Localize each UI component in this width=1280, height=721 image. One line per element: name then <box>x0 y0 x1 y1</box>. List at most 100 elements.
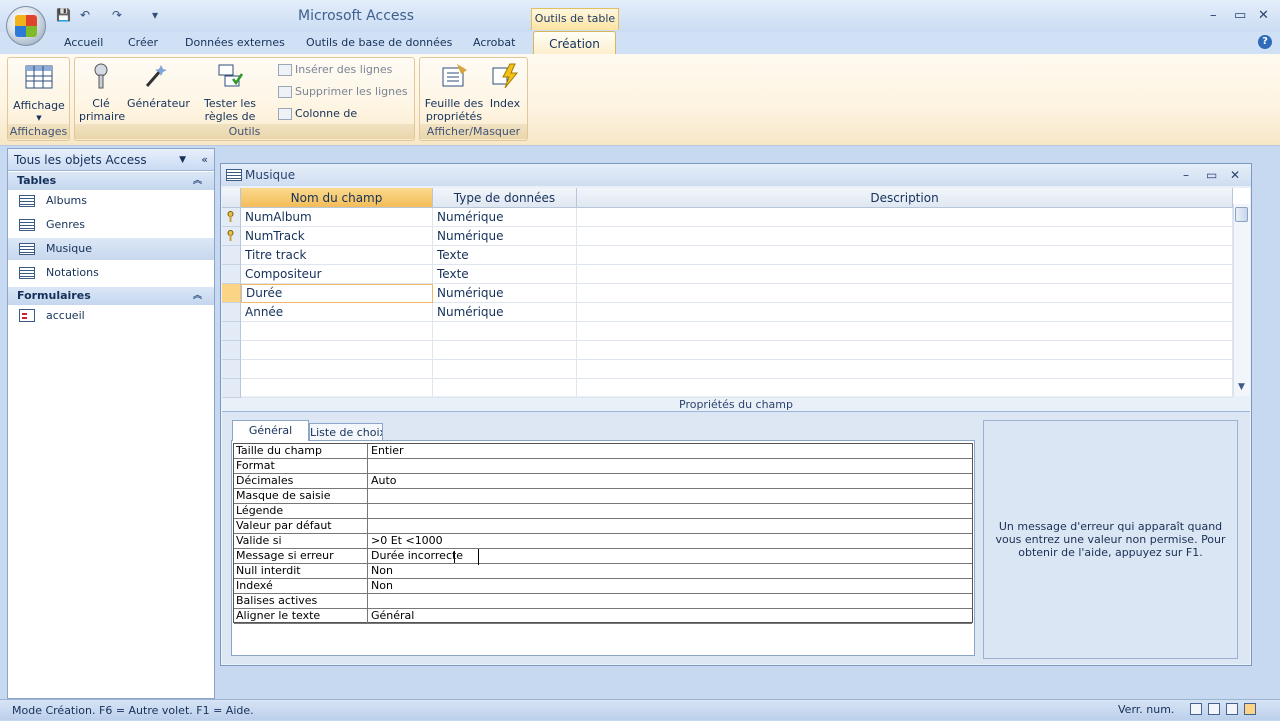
col-header-description[interactable]: Description <box>577 188 1233 208</box>
nav-section-tables[interactable]: Tables ︽ <box>8 172 214 190</box>
row-selector[interactable] <box>222 265 241 284</box>
data-type-cell[interactable] <box>433 341 577 360</box>
nav-item-albums[interactable]: Albums <box>8 190 214 212</box>
description-cell[interactable] <box>577 265 1233 284</box>
nav-header[interactable]: Tous les objets Access ▼ « <box>8 149 214 171</box>
property-row[interactable]: Légende <box>234 504 972 519</box>
row-selector[interactable] <box>222 227 241 246</box>
inserer-lignes-button[interactable]: Insérer des lignes <box>278 61 392 79</box>
affichage-button[interactable]: Affichage ▼ <box>11 64 67 125</box>
property-row[interactable]: Valeur par défaut <box>234 519 972 534</box>
data-type-cell[interactable] <box>433 322 577 341</box>
scrollbar-thumb[interactable] <box>1235 207 1248 222</box>
property-value[interactable]: Général <box>367 609 972 623</box>
description-cell[interactable] <box>577 208 1233 227</box>
minimize-icon[interactable]: – <box>1210 8 1217 23</box>
design-view-icon[interactable] <box>1244 703 1256 715</box>
property-row[interactable]: Masque de saisie <box>234 489 972 504</box>
nav-item-musique[interactable]: Musique <box>8 238 214 260</box>
nav-item-accueil[interactable]: accueil <box>8 305 214 327</box>
description-cell[interactable] <box>577 341 1233 360</box>
doc-close-icon[interactable]: ✕ <box>1230 164 1240 186</box>
pivot-table-icon[interactable] <box>1208 703 1220 715</box>
feuille-proprietes-button[interactable]: Feuille des propriétés <box>423 62 485 123</box>
description-cell[interactable] <box>577 360 1233 379</box>
col-header-nom-champ[interactable]: Nom du champ <box>241 188 433 208</box>
customize-qat-icon[interactable]: ▾ <box>152 8 158 24</box>
tab-donnees-externes[interactable]: Données externes <box>185 34 285 54</box>
help-icon[interactable]: ? <box>1258 35 1272 49</box>
nav-dropdown-icon[interactable]: ▼ <box>179 149 186 171</box>
field-name-cell[interactable]: NumAlbum <box>241 208 433 227</box>
row-selector[interactable] <box>222 341 241 360</box>
description-cell[interactable] <box>577 322 1233 341</box>
col-header-type-donnees[interactable]: Type de données <box>433 188 577 208</box>
row-selector[interactable] <box>222 208 241 227</box>
field-name-cell[interactable] <box>241 379 433 398</box>
property-row[interactable]: Valide si >0 Et <1000 <box>234 534 972 549</box>
field-name-cell[interactable] <box>241 341 433 360</box>
row-selector[interactable] <box>222 246 241 265</box>
undo-icon[interactable]: ↶ <box>80 8 90 24</box>
save-icon[interactable]: 💾 <box>56 8 71 24</box>
nav-item-genres[interactable]: Genres <box>8 214 214 236</box>
supprimer-lignes-button[interactable]: Supprimer les lignes <box>278 83 408 101</box>
row-selector[interactable] <box>222 303 241 322</box>
property-row[interactable]: Aligner le texte Général <box>234 609 972 624</box>
nav-collapse-icon[interactable]: « <box>201 149 208 171</box>
datasheet-view-icon[interactable] <box>1190 703 1202 715</box>
restore-icon[interactable]: ▭ <box>1234 8 1246 23</box>
redo-icon[interactable]: ↷ <box>112 8 122 24</box>
index-button[interactable]: Index <box>486 62 524 110</box>
data-type-cell[interactable]: Texte <box>433 265 577 284</box>
property-value[interactable] <box>367 594 972 608</box>
property-row[interactable]: Null interdit Non <box>234 564 972 579</box>
tab-outils-bd[interactable]: Outils de base de données <box>306 34 452 54</box>
office-button[interactable] <box>6 6 46 46</box>
row-selector[interactable] <box>222 360 241 379</box>
property-value[interactable] <box>367 489 972 503</box>
row-selector[interactable] <box>222 379 241 398</box>
property-value[interactable]: Non <box>367 579 972 593</box>
property-value[interactable]: Auto <box>367 474 972 488</box>
property-value[interactable]: Durée incorrecte <box>367 549 972 563</box>
property-value[interactable] <box>367 519 972 533</box>
property-row[interactable]: Indexé Non <box>234 579 972 594</box>
field-name-cell[interactable]: Année <box>241 303 433 322</box>
field-name-cell[interactable]: NumTrack <box>241 227 433 246</box>
tab-creer[interactable]: Créer <box>128 34 158 54</box>
property-row[interactable]: Balises actives <box>234 594 972 609</box>
scroll-down-icon[interactable]: ▼ <box>1234 382 1249 394</box>
close-icon[interactable]: ✕ <box>1258 8 1269 23</box>
property-value[interactable]: Non <box>367 564 972 578</box>
select-all-cell[interactable] <box>222 188 241 208</box>
tab-general[interactable]: Général <box>232 420 309 441</box>
property-row[interactable]: Décimales Auto <box>234 474 972 489</box>
description-cell[interactable] <box>577 246 1233 265</box>
property-value[interactable]: Entier <box>367 444 972 458</box>
generateur-button[interactable]: Générateur <box>127 62 190 110</box>
field-name-cell[interactable] <box>241 322 433 341</box>
nav-item-notations[interactable]: Notations <box>8 262 214 284</box>
description-cell[interactable] <box>577 284 1233 303</box>
data-type-cell[interactable]: Numérique <box>433 227 577 246</box>
description-cell[interactable] <box>577 227 1233 246</box>
data-type-cell[interactable]: Texte <box>433 246 577 265</box>
property-value[interactable]: >0 Et <1000 <box>367 534 972 548</box>
cle-primaire-button[interactable]: Clé primaire <box>79 62 125 123</box>
property-value[interactable] <box>367 459 972 473</box>
tab-accueil[interactable]: Accueil <box>64 34 103 54</box>
colonne-recherche-button[interactable]: Colonne de recherche <box>278 105 414 138</box>
pivot-chart-icon[interactable] <box>1226 703 1238 715</box>
nav-section-formulaires[interactable]: Formulaires ︽ <box>8 287 214 305</box>
property-value[interactable] <box>367 504 972 518</box>
tab-acrobat[interactable]: Acrobat <box>473 34 515 54</box>
doc-minimize-icon[interactable]: – <box>1183 164 1189 186</box>
field-name-cell[interactable]: Compositeur <box>241 265 433 284</box>
tab-creation[interactable]: Création <box>533 31 616 55</box>
field-name-cell[interactable]: Durée <box>241 284 433 303</box>
description-cell[interactable] <box>577 379 1233 398</box>
description-cell[interactable] <box>577 303 1233 322</box>
data-type-cell[interactable]: Numérique <box>433 303 577 322</box>
row-selector[interactable] <box>222 284 241 303</box>
